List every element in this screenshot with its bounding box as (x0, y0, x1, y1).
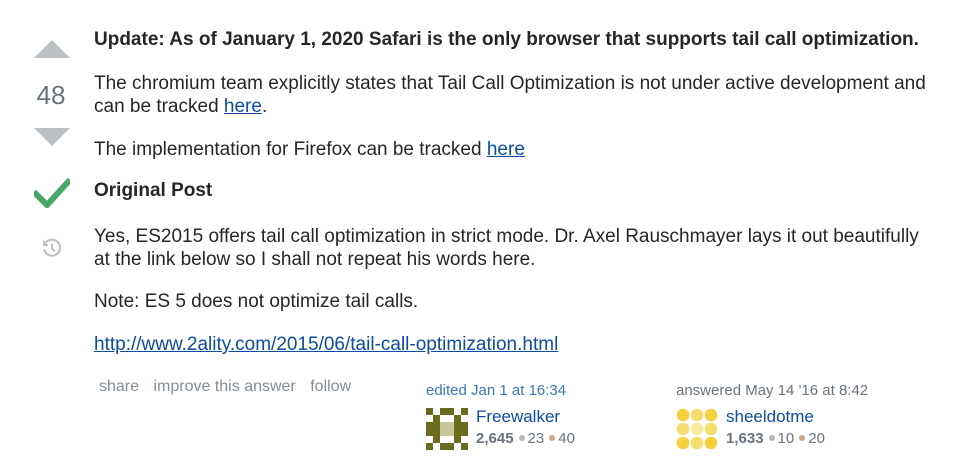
chromium-tracker-link[interactable]: here (224, 96, 262, 117)
share-link[interactable]: share (99, 378, 139, 395)
bronze-badge-icon (549, 435, 556, 442)
original-post-heading: Original Post (94, 180, 213, 201)
update-heading: Update: As of January 1, 2020 Safari is … (94, 29, 919, 50)
bronze-badge-count: 40 (558, 430, 575, 447)
edited-timestamp[interactable]: edited Jan 1 at 16:34 (426, 382, 566, 399)
history-icon (43, 238, 62, 257)
checkmark-icon (31, 177, 73, 210)
author-name[interactable]: sheeldotme (726, 407, 814, 427)
silver-badge-icon (768, 435, 775, 442)
revision-history-button[interactable] (40, 236, 64, 265)
reputation-score: 2,645 (476, 430, 514, 447)
tail-call-article-link[interactable]: http://www.2ality.com/2015/06/tail-call-… (94, 334, 558, 355)
author-reputation: 1,633 10 20 (726, 430, 825, 447)
reputation-score: 1,633 (726, 430, 764, 447)
editor-name[interactable]: Freewalker (476, 407, 560, 427)
downvote-button[interactable] (34, 128, 70, 151)
editor-signature: edited Jan 1 at 16:34 Freewalker 2,645 23… (426, 382, 575, 450)
upvote-arrow-icon (34, 40, 70, 58)
silver-badge-count: 23 (527, 430, 545, 447)
author-avatar[interactable] (676, 408, 718, 450)
follow-link[interactable]: follow (310, 378, 351, 395)
answered-timestamp[interactable]: answered May 14 '16 at 8:42 (676, 382, 868, 399)
silver-badge-count: 10 (777, 430, 795, 447)
editor-reputation: 2,645 23 40 (476, 430, 575, 447)
upvote-button[interactable] (34, 40, 70, 63)
post-menu: share improve this answer follow (99, 378, 361, 396)
chromium-paragraph: The chromium team explicitly states that… (94, 73, 926, 117)
downvote-arrow-icon (34, 128, 70, 146)
firefox-tracker-link[interactable]: here (487, 139, 525, 160)
firefox-paragraph: The implementation for Firefox can be tr… (94, 139, 525, 160)
es2015-paragraph: Yes, ES2015 offers tail call optimizatio… (94, 226, 919, 270)
bronze-badge-icon (799, 435, 806, 442)
silver-badge-icon (518, 435, 525, 442)
improve-answer-link[interactable]: improve this answer (153, 378, 295, 395)
author-signature: answered May 14 '16 at 8:42 sheeldotme 1… (676, 382, 868, 450)
vote-count: 48 (36, 80, 66, 110)
article-link-paragraph: http://www.2ality.com/2015/06/tail-call-… (94, 333, 558, 356)
accepted-answer-check (31, 177, 73, 213)
editor-avatar[interactable] (426, 408, 468, 450)
es5-note: Note: ES 5 does not optimize tail calls. (94, 291, 419, 312)
bronze-badge-count: 20 (808, 430, 825, 447)
